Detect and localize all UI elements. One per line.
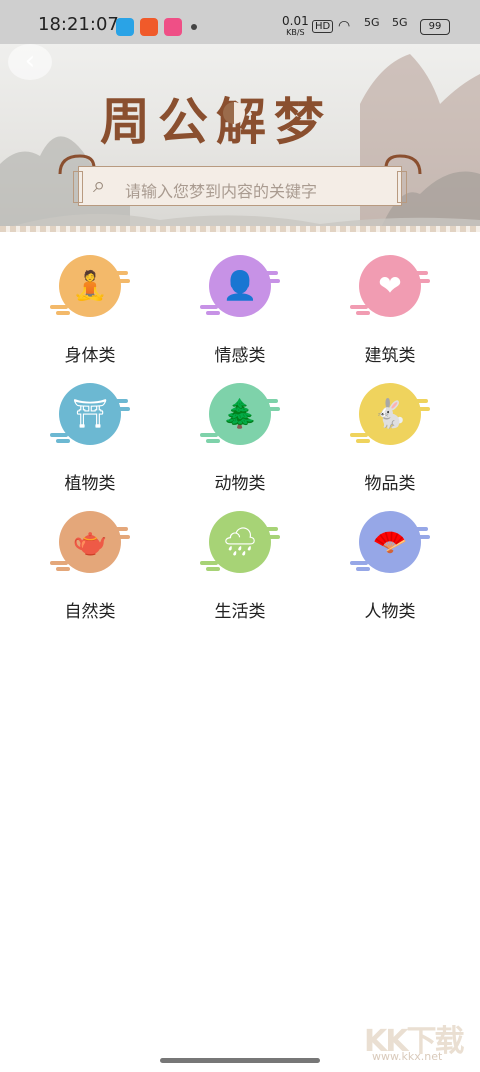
banner-fringe xyxy=(0,226,480,232)
category-item[interactable]: 👤 情感类 xyxy=(180,255,300,366)
speed-value: 0.01 xyxy=(282,14,309,28)
category-item[interactable]: 🌲 动物类 xyxy=(180,383,300,494)
search-icon: ⌕ xyxy=(93,173,106,198)
fan-icon: 🪭 xyxy=(372,525,408,558)
category-item[interactable]: 🧘 身体类 xyxy=(30,255,150,366)
home-indicator[interactable] xyxy=(160,1058,320,1063)
category-label: 人物类 xyxy=(364,602,416,622)
pavilion-icon: ⛩ xyxy=(72,397,108,430)
telegram-notification-icon xyxy=(116,18,134,36)
speed-unit: KB/S xyxy=(286,28,305,37)
category-icon-badge: 🪭 xyxy=(359,511,421,573)
category-icon-badge: ❤ xyxy=(359,255,421,317)
rain-cloud-icon: 🌧 xyxy=(222,525,258,558)
battery-icon: 99 xyxy=(420,19,450,35)
category-icon-badge: 🌲 xyxy=(209,383,271,445)
watermark-url: www.kkx.net xyxy=(372,1050,443,1063)
category-item[interactable]: 🐇 物品类 xyxy=(330,383,450,494)
hd-badge: HD xyxy=(312,20,334,33)
category-icon-badge: ⛩ xyxy=(59,383,121,445)
tree-icon: 🌲 xyxy=(222,397,258,430)
more-notifications-dot xyxy=(191,24,197,30)
network-speed: 0.01 KB/S xyxy=(282,14,309,38)
search-border-ornament-right xyxy=(397,171,407,203)
page-title: 周公解梦 xyxy=(100,92,332,151)
yin-yang-icon xyxy=(223,102,245,124)
app-notification-icon xyxy=(140,18,158,36)
category-item[interactable]: 🌧 生活类 xyxy=(180,511,300,622)
category-label: 建筑类 xyxy=(364,346,416,366)
category-item[interactable]: 🪭 人物类 xyxy=(330,511,450,622)
category-label: 自然类 xyxy=(64,602,116,622)
teapot-icon: 🫖 xyxy=(72,525,108,558)
status-bar: 18:21:07 0.01 KB/S HD ◠ 5G 5G 99 xyxy=(0,0,480,44)
signal-icon: 5G xyxy=(364,16,380,29)
category-item[interactable]: ❤ 建筑类 xyxy=(330,255,450,366)
category-label: 身体类 xyxy=(64,346,116,366)
category-icon-badge: 👤 xyxy=(209,255,271,317)
chevron-left-icon: ‹ xyxy=(24,46,36,76)
category-icon-badge: 🐇 xyxy=(359,383,421,445)
category-label: 植物类 xyxy=(64,474,116,494)
person-icon: 👤 xyxy=(222,269,258,302)
meditation-icon: 🧘 xyxy=(72,269,108,302)
back-button[interactable]: ‹ xyxy=(8,44,52,80)
wifi-icon: ◠ xyxy=(338,18,351,34)
category-item[interactable]: ⛩ 植物类 xyxy=(30,383,150,494)
category-label: 动物类 xyxy=(214,474,266,494)
search-placeholder: 请输入您梦到内容的关键字 xyxy=(125,182,318,201)
rabbit-icon: 🐇 xyxy=(372,397,408,430)
hearts-icon: ❤ xyxy=(378,269,402,302)
category-label: 情感类 xyxy=(214,346,266,366)
category-item[interactable]: 🫖 自然类 xyxy=(30,511,150,622)
category-icon-badge: 🌧 xyxy=(209,511,271,573)
category-label: 生活类 xyxy=(214,602,266,622)
signal-icon-2: 5G xyxy=(392,16,408,29)
search-border-ornament-left xyxy=(73,171,83,203)
status-time: 18:21:07 xyxy=(38,14,119,35)
search-input[interactable]: ⌕ 请输入您梦到内容的关键字 xyxy=(73,166,407,206)
category-label: 物品类 xyxy=(364,474,416,494)
category-icon-badge: 🧘 xyxy=(59,255,121,317)
app-notification-icon-2 xyxy=(164,18,182,36)
category-icon-badge: 🫖 xyxy=(59,511,121,573)
